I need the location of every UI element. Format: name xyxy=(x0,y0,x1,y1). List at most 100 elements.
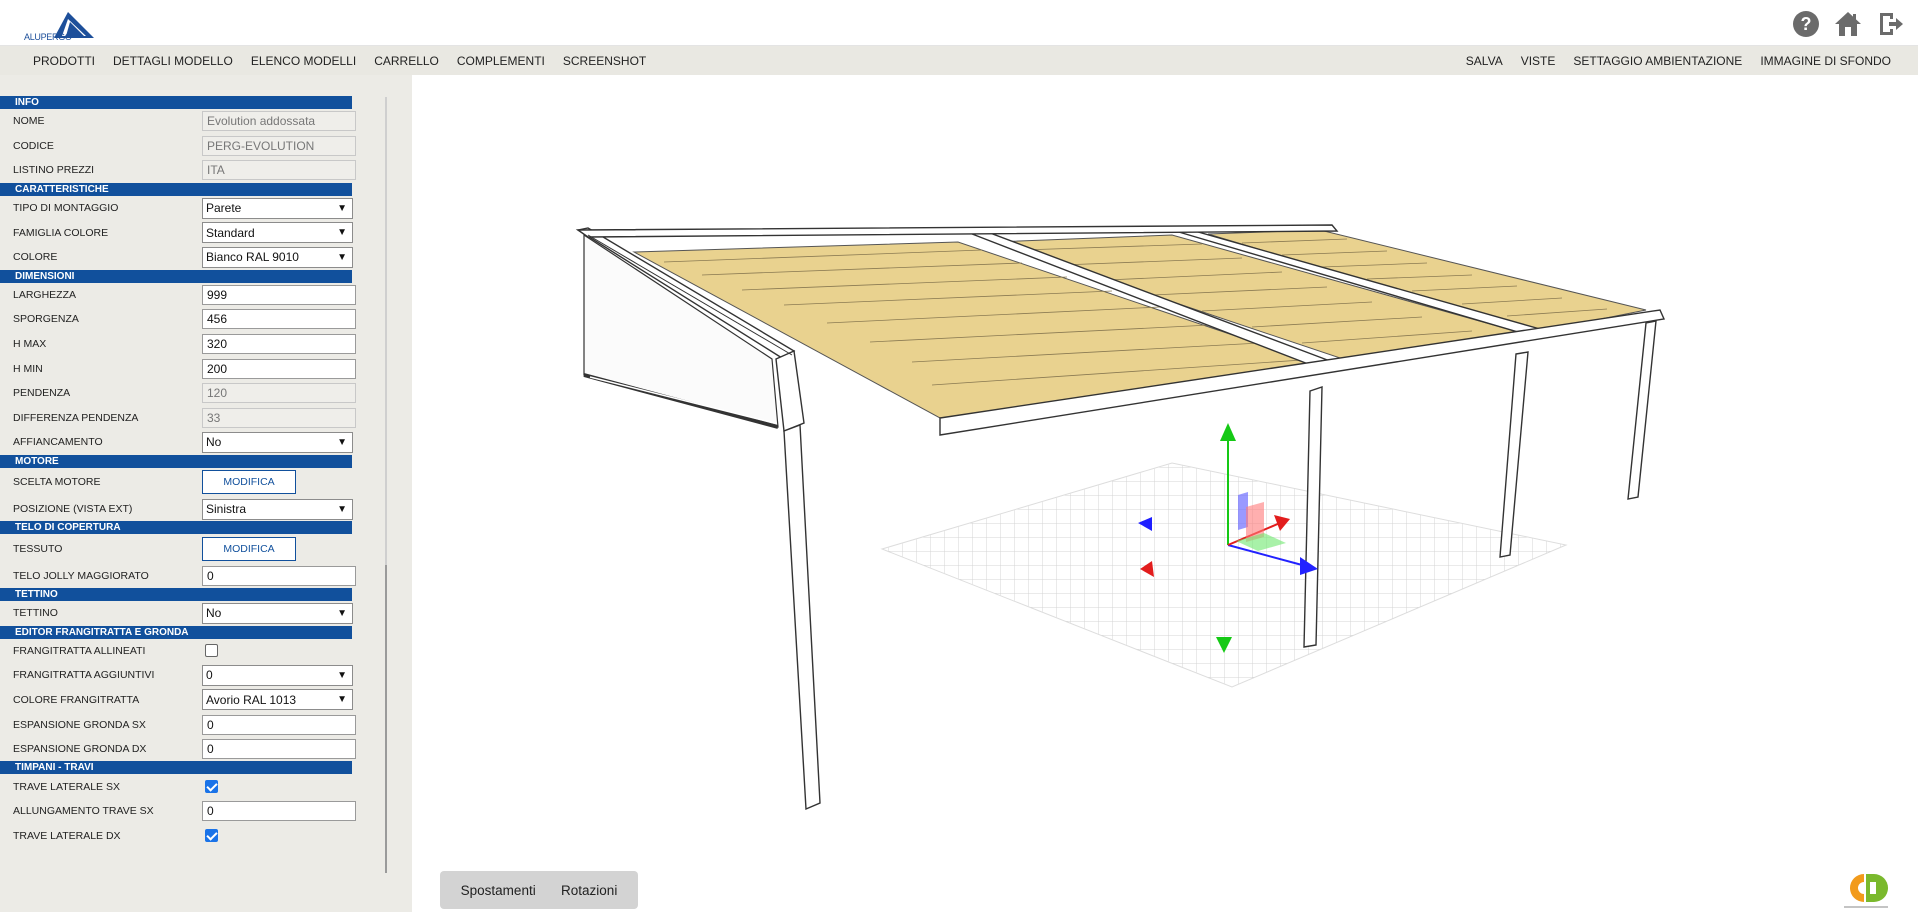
post-front-left xyxy=(783,424,821,811)
telo-jolly-field[interactable] xyxy=(202,565,356,586)
menu-dettagli-modello[interactable]: DETTAGLI MODELLO xyxy=(104,54,242,68)
svg-text:?: ? xyxy=(1801,14,1812,34)
label-frangitratta-aggiuntivi: FRANGITRATTA AGGIUNTIVI xyxy=(13,669,155,682)
allungamento-sx-field[interactable] xyxy=(202,801,356,822)
trave-sx-checkbox[interactable] xyxy=(205,780,218,794)
select-value: 0 xyxy=(206,668,213,683)
sidebar-scrollbar-thumb[interactable] xyxy=(385,565,387,873)
menu-salva[interactable]: SALVA xyxy=(1457,54,1512,68)
gizmo-y-arrow[interactable] xyxy=(1220,423,1236,441)
label-sporgenza: SPORGENZA xyxy=(13,313,79,326)
label-h-min: H MIN xyxy=(13,362,43,375)
row-scelta-motore: SCELTA MOTORE MODIFICA xyxy=(0,468,354,497)
row-tettino: TETTINO No ▼ xyxy=(0,601,354,626)
trave-dx-checkbox[interactable] xyxy=(205,829,218,843)
codice-field[interactable] xyxy=(202,135,356,156)
modifica-tessuto-button[interactable]: MODIFICA xyxy=(202,536,296,561)
label-pendenza: PENDENZA xyxy=(13,387,71,400)
row-differenza-pendenza: DIFFERENZA PENDENZA xyxy=(0,406,356,431)
3d-viewport[interactable] xyxy=(412,75,1918,912)
chevron-down-icon: ▼ xyxy=(337,503,347,515)
label-affiancamento: AFFIANCAMENTO xyxy=(13,436,103,449)
label-scelta-motore: SCELTA MOTORE xyxy=(13,476,101,489)
label-espansione-sx: ESPANSIONE GRONDA SX xyxy=(13,718,146,731)
section-telo: TELO DI COPERTURA xyxy=(0,521,352,535)
post-front-right xyxy=(1499,351,1529,558)
logo-text: ALUPERGO xyxy=(24,32,72,42)
pendenza-field[interactable] xyxy=(202,383,356,404)
frangitratta-aggiuntivi-select[interactable]: 0 ▼ xyxy=(202,664,353,686)
frangitratta-allineati-checkbox[interactable] xyxy=(205,644,218,658)
famiglia-colore-select[interactable]: Standard ▼ xyxy=(202,222,353,244)
pergola-3d-model[interactable] xyxy=(412,75,1918,912)
differenza-pendenza-field[interactable] xyxy=(202,407,356,428)
label-trave-sx: TRAVE LATERALE SX xyxy=(13,780,120,793)
chevron-down-icon: ▼ xyxy=(337,227,347,239)
sporgenza-field[interactable] xyxy=(202,309,356,330)
configuration-sidebar: INFO NOME CODICE LISTINO PREZZI CARATTER… xyxy=(0,75,412,912)
label-tessuto: TESSUTO xyxy=(13,542,63,555)
row-larghezza: LARGHEZZA xyxy=(0,283,356,308)
menu-viste[interactable]: VISTE xyxy=(1512,54,1565,68)
h-max-field[interactable] xyxy=(202,334,356,355)
logout-icon[interactable] xyxy=(1876,10,1904,38)
label-famiglia-colore: FAMIGLIA COLORE xyxy=(13,226,109,239)
section-tettino: TETTINO xyxy=(0,587,352,601)
top-bar: ALUPERGO ? xyxy=(0,0,1918,46)
menu-complementi[interactable]: COMPLEMENTI xyxy=(448,54,554,68)
section-caratteristiche: CARATTERISTICHE xyxy=(0,182,352,196)
posizione-select[interactable]: Sinistra ▼ xyxy=(202,498,353,520)
label-codice: CODICE xyxy=(13,139,54,152)
menu-screenshot[interactable]: SCREENSHOT xyxy=(554,54,655,68)
row-pendenza: PENDENZA xyxy=(0,381,356,406)
view-mode-tabs: Spostamenti Rotazioni xyxy=(440,871,638,909)
label-trave-dx: TRAVE LATERALE DX xyxy=(13,829,121,842)
home-icon[interactable] xyxy=(1834,10,1862,38)
affiancamento-select[interactable]: No ▼ xyxy=(202,431,353,453)
row-sporgenza: SPORGENZA xyxy=(0,307,356,332)
cd-brand-icon xyxy=(1844,874,1888,908)
h-min-field[interactable] xyxy=(202,358,356,379)
label-colore: COLORE xyxy=(13,251,58,264)
row-listino: LISTINO PREZZI xyxy=(0,158,356,183)
alupergo-logo[interactable]: ALUPERGO xyxy=(24,10,96,42)
post-back-right xyxy=(1627,320,1657,500)
menu-carrello[interactable]: CARRELLO xyxy=(365,54,448,68)
tettino-select[interactable]: No ▼ xyxy=(202,602,353,624)
listino-field[interactable] xyxy=(202,160,356,181)
menu-immagine-di-sfondo[interactable]: IMMAGINE DI SFONDO xyxy=(1751,54,1900,68)
row-espansione-dx: ESPANSIONE GRONDA DX xyxy=(0,737,356,762)
label-allungamento-sx: ALLUNGAMENTO TRAVE SX xyxy=(13,805,154,818)
larghezza-field[interactable] xyxy=(202,284,356,305)
help-icon[interactable]: ? xyxy=(1792,10,1820,38)
ground-grid xyxy=(880,462,1568,688)
colore-frangitratta-select[interactable]: Avorio RAL 1013 ▼ xyxy=(202,689,353,711)
espansione-sx-field[interactable] xyxy=(202,714,356,735)
label-listino: LISTINO PREZZI xyxy=(13,164,95,177)
tipo-montaggio-select[interactable]: Parete ▼ xyxy=(202,197,353,219)
menu-prodotti[interactable]: PRODOTTI xyxy=(33,54,104,68)
tab-rotazioni[interactable]: Rotazioni xyxy=(561,883,617,898)
row-tessuto: TESSUTO MODIFICA xyxy=(0,534,354,563)
tab-spostamenti[interactable]: Spostamenti xyxy=(461,883,536,898)
row-colore: COLORE Bianco RAL 9010 ▼ xyxy=(0,245,354,270)
label-colore-frangitratta: COLORE FRANGITRATTA xyxy=(13,693,140,706)
row-allungamento-sx: ALLUNGAMENTO TRAVE SX xyxy=(0,799,356,824)
espansione-dx-field[interactable] xyxy=(202,739,356,760)
row-nome: NOME xyxy=(0,109,356,134)
select-value: Parete xyxy=(206,201,242,216)
row-espansione-sx: ESPANSIONE GRONDA SX xyxy=(0,712,356,737)
nome-field[interactable] xyxy=(202,111,356,132)
row-telo-jolly: TELO JOLLY MAGGIORATO xyxy=(0,563,356,588)
menu-elenco-modelli[interactable]: ELENCO MODELLI xyxy=(242,54,365,68)
select-value: No xyxy=(206,435,222,450)
colore-select[interactable]: Bianco RAL 9010 ▼ xyxy=(202,246,353,268)
menu-settaggio-ambientazione[interactable]: SETTAGGIO AMBIENTAZIONE xyxy=(1564,54,1751,68)
chevron-down-icon: ▼ xyxy=(337,694,347,706)
chevron-down-icon: ▼ xyxy=(337,251,347,263)
row-codice: CODICE xyxy=(0,134,356,159)
select-value: No xyxy=(206,606,222,621)
modifica-motore-button[interactable]: MODIFICA xyxy=(202,470,296,495)
select-value: Sinistra xyxy=(206,502,247,517)
label-telo-jolly: TELO JOLLY MAGGIORATO xyxy=(13,569,149,582)
